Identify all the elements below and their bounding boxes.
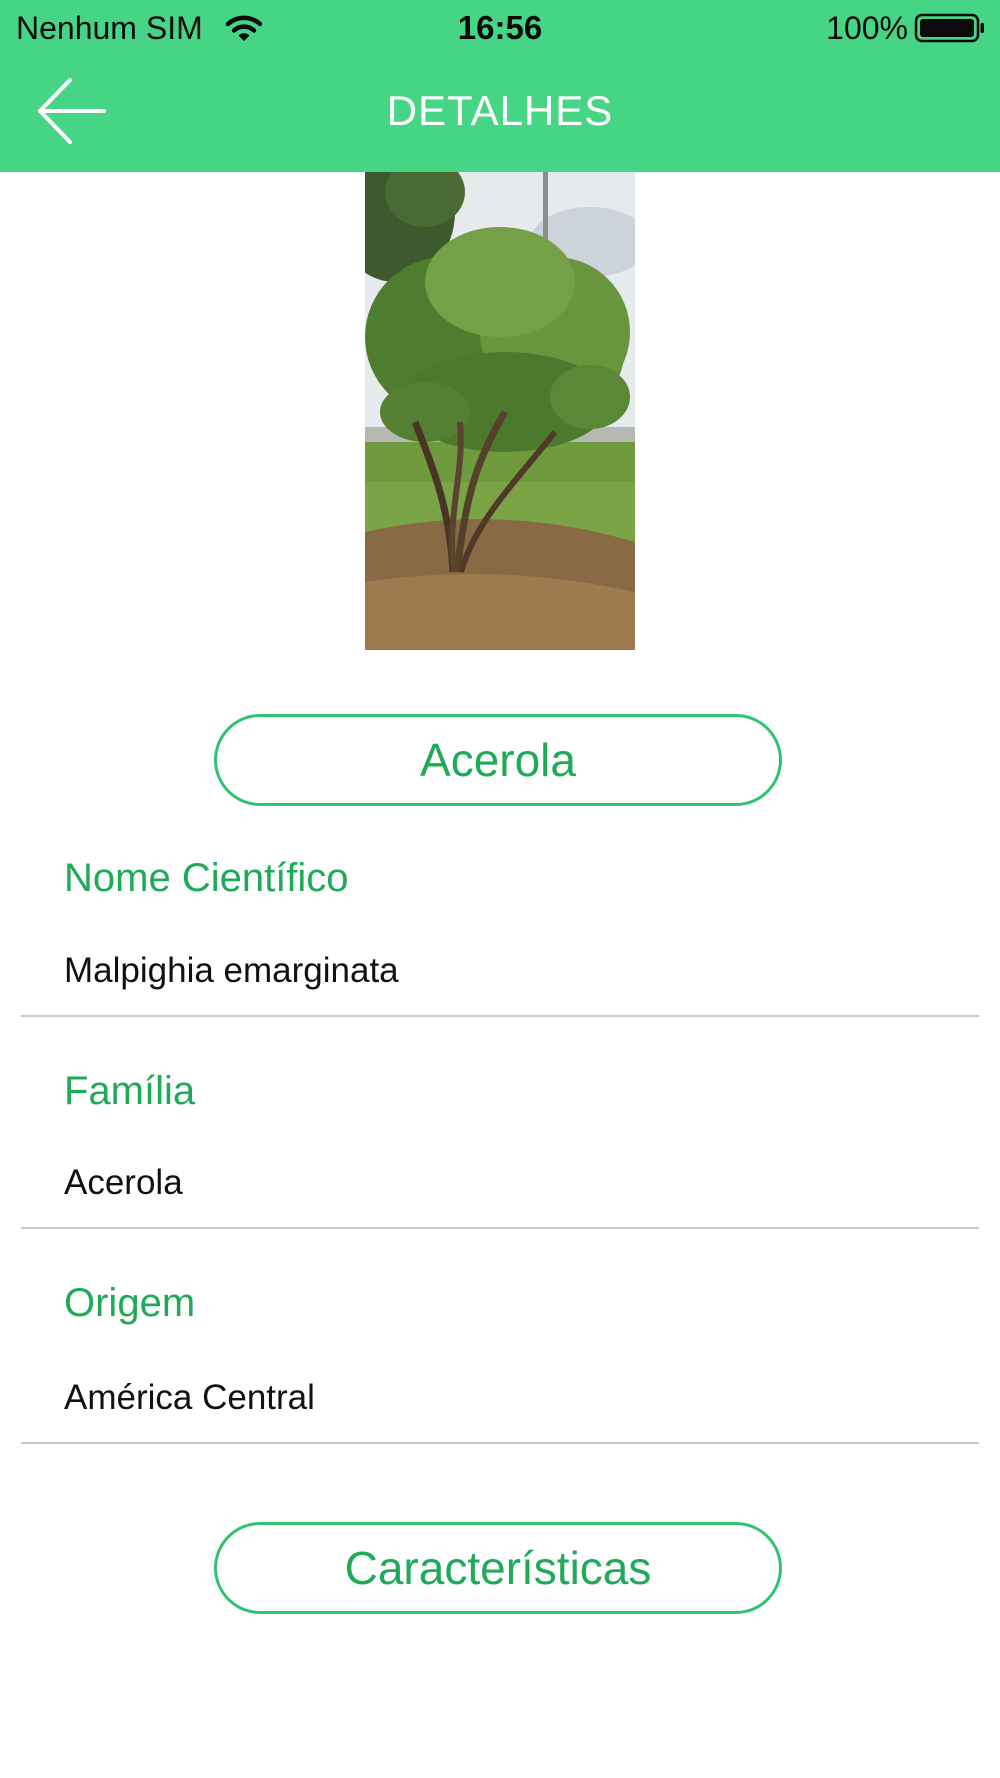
- scientific-name-value: Malpighia emarginata: [64, 951, 399, 990]
- family-value: Acerola: [64, 1163, 183, 1202]
- plant-details-screen: Nenhum SIM 16:56 100% DETALHES Acerola N…: [0, 0, 1000, 1778]
- origin-label: Origem: [64, 1281, 196, 1325]
- plant-photo: [365, 172, 635, 650]
- battery-percentage: 100%: [826, 10, 908, 46]
- battery-icon: [914, 13, 984, 43]
- scientific-name-label: Nome Científico: [64, 856, 349, 900]
- plant-photo-illustration: [365, 172, 635, 650]
- app-header: Nenhum SIM 16:56 100% DETALHES: [0, 0, 1000, 172]
- family-label: Família: [64, 1069, 196, 1113]
- characteristics-button[interactable]: Características: [214, 1522, 782, 1614]
- divider: [21, 1015, 979, 1017]
- status-bar: Nenhum SIM 16:56 100%: [0, 0, 1000, 56]
- divider: [21, 1442, 979, 1444]
- origin-value: América Central: [64, 1378, 315, 1417]
- page-title: DETALHES: [386, 87, 614, 134]
- plant-name-button[interactable]: Acerola: [214, 714, 782, 806]
- divider: [21, 1227, 979, 1229]
